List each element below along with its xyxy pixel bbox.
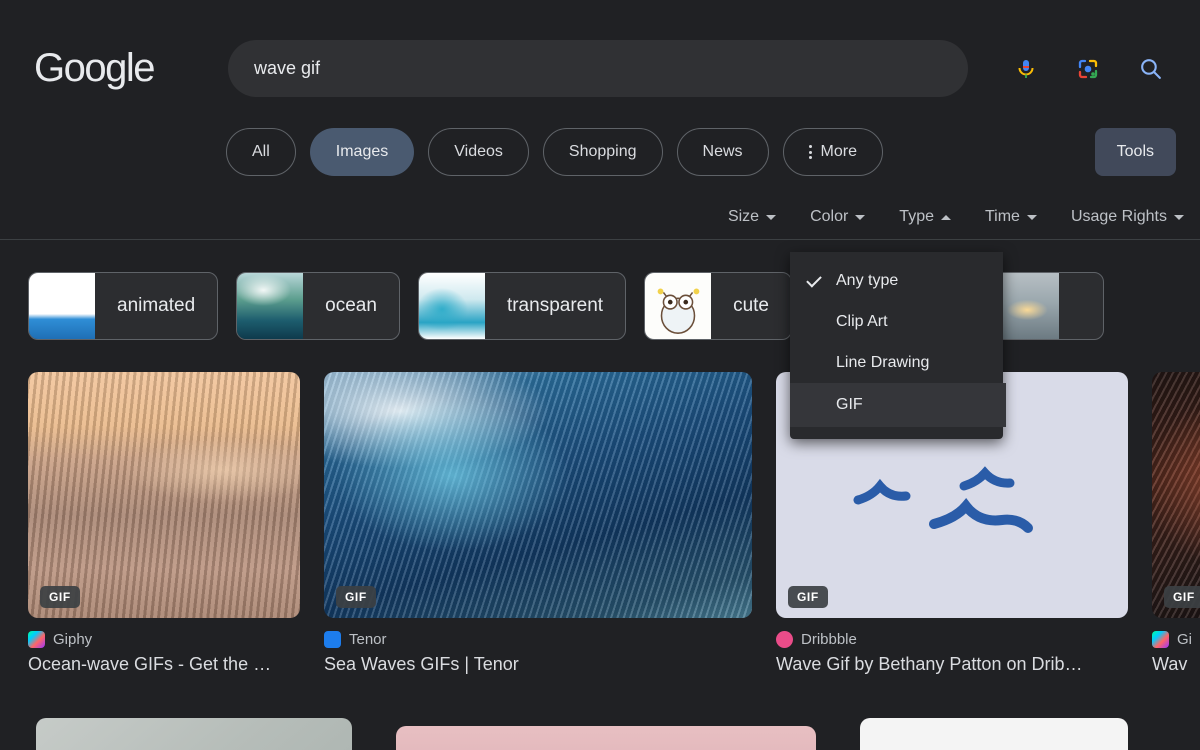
search-bar[interactable]	[228, 40, 968, 97]
chip-thumbnail	[645, 273, 712, 339]
tab-images[interactable]: Images	[309, 128, 415, 176]
filter-label: Time	[984, 208, 1020, 225]
search-actions	[1012, 40, 1200, 97]
result-source: Tenor	[349, 631, 387, 648]
result-source-row: Tenor	[324, 631, 752, 648]
chip-label: animated	[117, 295, 196, 316]
chip-label: transparent	[506, 295, 604, 316]
filter-color[interactable]: Color	[810, 208, 866, 226]
result-source-row: Dribbble	[776, 631, 1128, 648]
chip-thumbnail	[418, 273, 485, 339]
chevron-down-icon	[1026, 214, 1037, 220]
filter-size[interactable]: Size	[727, 208, 777, 226]
chevron-down-icon	[855, 214, 866, 220]
dropdown-item-line-drawing[interactable]: Line Drawing	[790, 342, 1003, 383]
tab-label: News	[702, 143, 743, 160]
search-input[interactable]	[228, 58, 968, 79]
result-thumbnail[interactable]: GIF	[324, 372, 752, 618]
google-lens-icon[interactable]	[1074, 55, 1102, 83]
result-thumbnail[interactable]: GIF	[1152, 372, 1200, 618]
tab-shopping[interactable]: Shopping	[542, 128, 663, 176]
chip-partial[interactable]	[991, 272, 1104, 340]
chip-cute[interactable]: cute	[644, 272, 792, 340]
dropdown-item-clip-art[interactable]: Clip Art	[790, 301, 1003, 342]
result-source-row: Gi	[1152, 631, 1200, 648]
result-title[interactable]: Sea Waves GIFs | Tenor	[324, 654, 752, 675]
filter-label: Usage Rights	[1070, 208, 1167, 225]
tab-label: More	[820, 143, 857, 160]
dropdown-item-label: Any type	[836, 271, 899, 289]
filter-time[interactable]: Time	[985, 208, 1037, 226]
result-card[interactable]	[36, 718, 352, 750]
result-card[interactable]	[396, 726, 816, 750]
result-card[interactable]: GIF Tenor Sea Waves GIFs | Tenor	[324, 372, 752, 675]
tools-button[interactable]: Tools	[1094, 128, 1176, 176]
google-images-page: Google wave gif All Images Videos Shoppi…	[0, 0, 1200, 750]
filter-type[interactable]: Type	[899, 208, 951, 226]
filter-label: Size	[727, 208, 760, 225]
type-filter-dropdown: Any type Clip Art Line Drawing GIF	[790, 252, 1006, 439]
tab-all[interactable]: All	[226, 128, 296, 176]
chip-animated[interactable]: animated	[28, 272, 219, 340]
result-thumbnail[interactable]	[396, 726, 816, 750]
chevron-up-icon	[940, 214, 951, 220]
favicon-tenor	[324, 631, 341, 648]
filter-label: Color	[810, 208, 849, 225]
chevron-down-icon	[1174, 214, 1184, 220]
result-title[interactable]: Wave Gif by Bethany Patton on Drib…	[776, 654, 1128, 675]
result-title[interactable]: Wav	[1152, 654, 1200, 675]
chip-thumbnail	[237, 273, 304, 339]
filter-usage-rights[interactable]: Usage Rights	[1071, 208, 1184, 226]
google-logo[interactable]: Google	[34, 46, 155, 91]
chip-ocean[interactable]: ocean	[236, 272, 400, 340]
result-source: Giphy	[53, 631, 93, 648]
header-divider	[0, 239, 1200, 240]
filter-bar: Size Color Type Time Usage Rights	[728, 208, 1184, 226]
filter-label: Type	[899, 208, 934, 225]
gif-badge: GIF	[40, 586, 80, 608]
chevron-down-icon	[766, 214, 777, 220]
search-tabs: All Images Videos Shopping News More	[226, 128, 883, 176]
dropdown-item-label: GIF	[836, 396, 863, 413]
dropdown-bottom-padding	[790, 427, 1003, 439]
result-source: Dribbble	[801, 631, 857, 648]
gif-badge: GIF	[336, 586, 376, 608]
tab-videos[interactable]: Videos	[428, 128, 529, 176]
chip-transparent[interactable]: transparent	[417, 272, 627, 340]
dropdown-item-gif[interactable]: GIF	[790, 383, 1006, 427]
image-results-grid: GIF Giphy Ocean-wave GIFs - Get the … GI…	[0, 366, 1200, 750]
favicon-giphy	[1152, 631, 1169, 648]
result-card[interactable]	[860, 718, 1128, 750]
page-header: Google wave gif All Images Videos Shoppi…	[0, 0, 1200, 240]
result-card[interactable]: GIF Gi Wav	[1152, 372, 1200, 675]
result-thumbnail[interactable]: GIF	[28, 372, 300, 618]
result-card[interactable]: GIF Giphy Ocean-wave GIFs - Get the …	[28, 372, 300, 675]
more-vertical-icon	[808, 145, 812, 159]
tab-label: Videos	[454, 143, 503, 160]
result-title[interactable]: Ocean-wave GIFs - Get the …	[28, 654, 300, 675]
result-source: Gi	[1177, 631, 1192, 648]
result-thumbnail[interactable]	[860, 718, 1128, 750]
gif-badge: GIF	[788, 586, 828, 608]
search-icon[interactable]	[1136, 55, 1164, 83]
chip-thumbnail	[29, 273, 95, 339]
tab-more[interactable]: More	[782, 128, 883, 176]
tab-label: Images	[335, 143, 389, 160]
tools-label: Tools	[1116, 143, 1154, 160]
result-source-row: Giphy	[28, 631, 300, 648]
result-thumbnail[interactable]	[36, 718, 352, 750]
dropdown-item-any-type[interactable]: Any type	[790, 260, 1003, 301]
tab-label: Shopping	[568, 143, 637, 160]
check-icon	[806, 271, 822, 288]
dropdown-item-label: Clip Art	[836, 312, 888, 330]
tab-news[interactable]: News	[676, 128, 769, 176]
dropdown-item-label: Line Drawing	[836, 353, 930, 371]
chip-label: ocean	[325, 295, 377, 316]
favicon-giphy	[28, 631, 45, 648]
favicon-dribbble	[776, 631, 793, 648]
gif-badge: GIF	[1164, 586, 1200, 608]
microphone-icon[interactable]	[1012, 55, 1040, 83]
tab-label: All	[252, 143, 270, 160]
chip-label: cute	[733, 295, 769, 316]
